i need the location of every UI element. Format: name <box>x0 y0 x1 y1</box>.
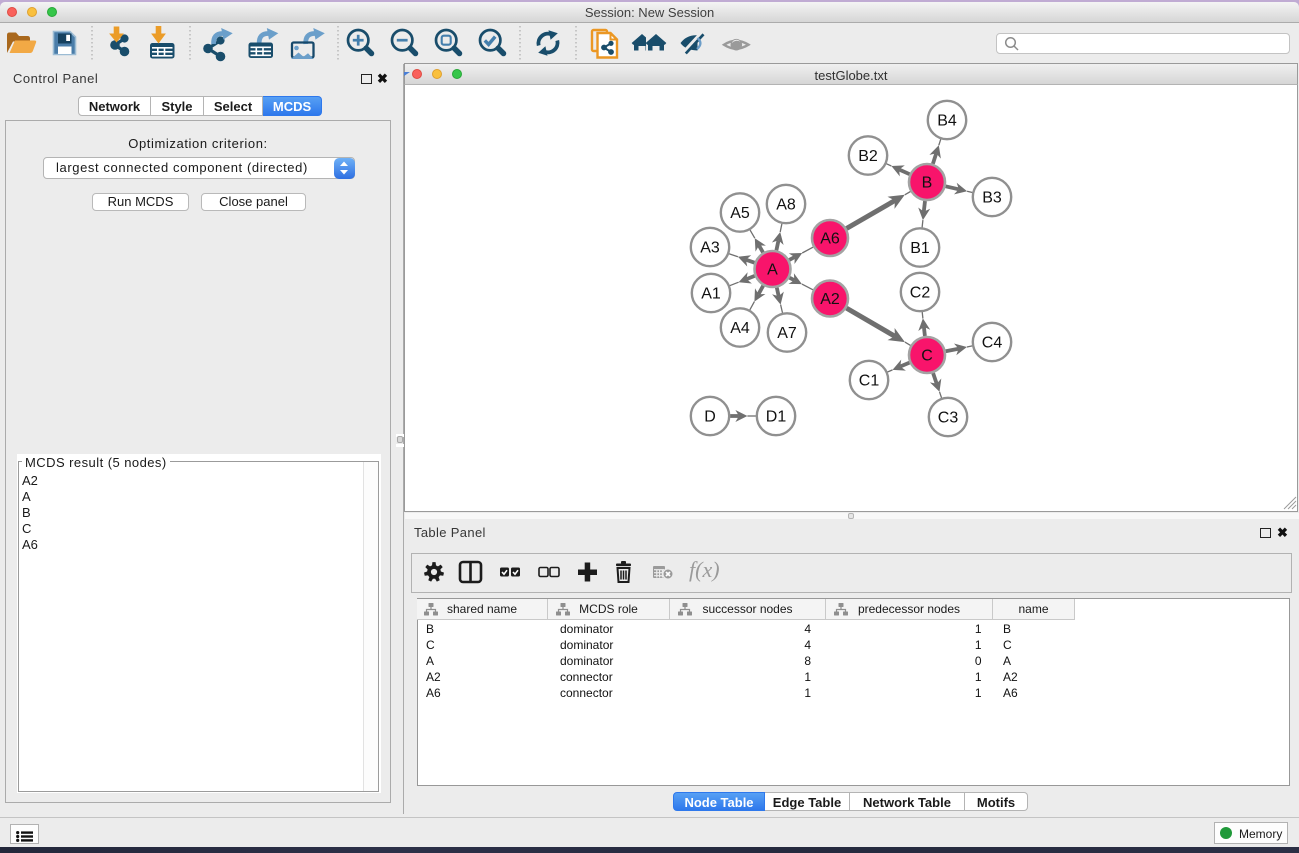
svg-text:C4: C4 <box>982 335 1003 352</box>
svg-text:A4: A4 <box>730 320 750 337</box>
svg-text:B3: B3 <box>982 190 1002 207</box>
svg-text:B4: B4 <box>937 113 957 130</box>
svg-text:A5: A5 <box>730 205 750 222</box>
svg-text:D1: D1 <box>766 409 787 426</box>
svg-text:A2: A2 <box>820 291 840 308</box>
svg-text:B1: B1 <box>910 240 930 257</box>
svg-text:A3: A3 <box>700 240 720 257</box>
svg-text:C1: C1 <box>859 373 880 390</box>
svg-text:A1: A1 <box>701 286 721 303</box>
svg-text:A8: A8 <box>776 197 796 214</box>
svg-text:B: B <box>922 175 933 192</box>
svg-text:D: D <box>704 409 716 426</box>
svg-text:C: C <box>921 348 933 365</box>
svg-text:A: A <box>767 262 778 279</box>
svg-text:A7: A7 <box>777 325 797 342</box>
svg-text:B2: B2 <box>858 148 878 165</box>
svg-text:A6: A6 <box>820 231 840 248</box>
svg-text:C2: C2 <box>910 285 931 302</box>
svg-text:C3: C3 <box>938 410 959 427</box>
